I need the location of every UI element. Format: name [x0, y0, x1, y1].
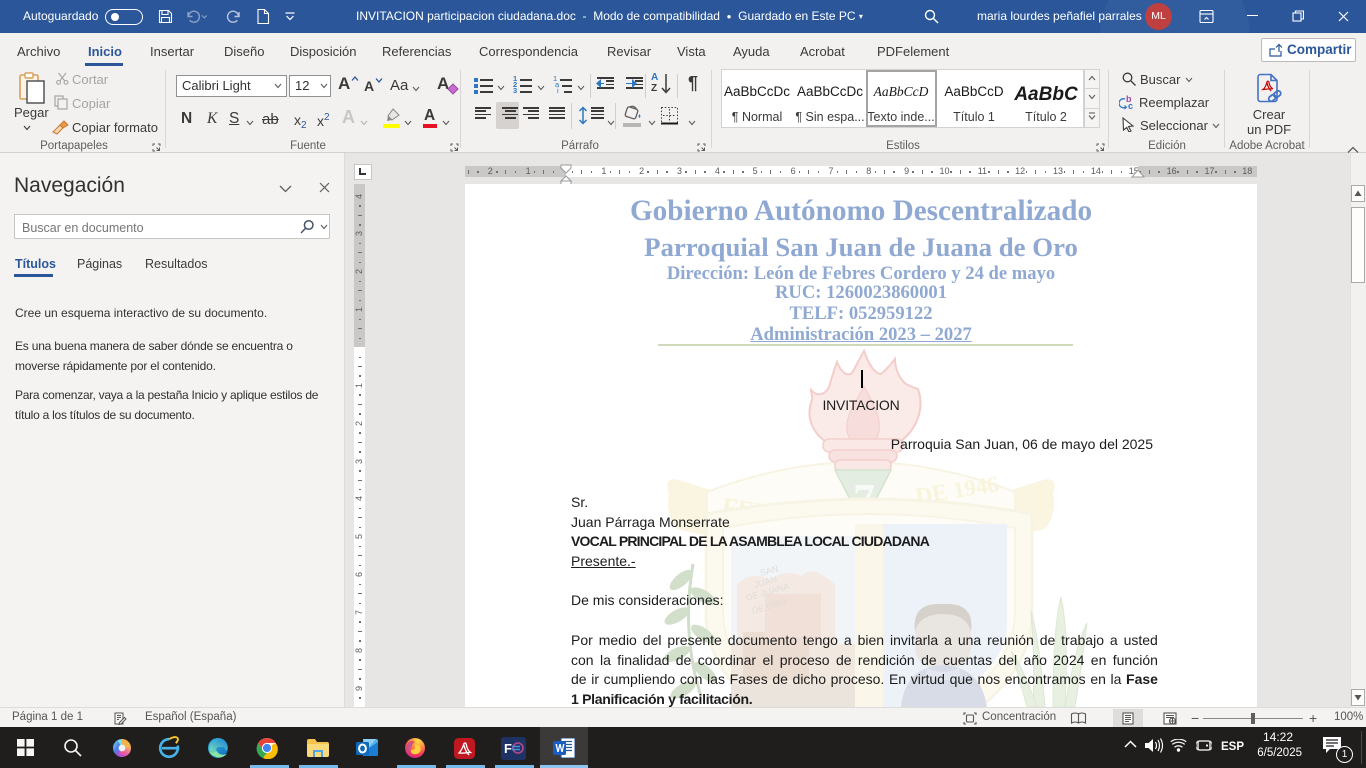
svg-text:F: F	[504, 741, 512, 756]
svg-text:c: c	[1128, 101, 1133, 110]
